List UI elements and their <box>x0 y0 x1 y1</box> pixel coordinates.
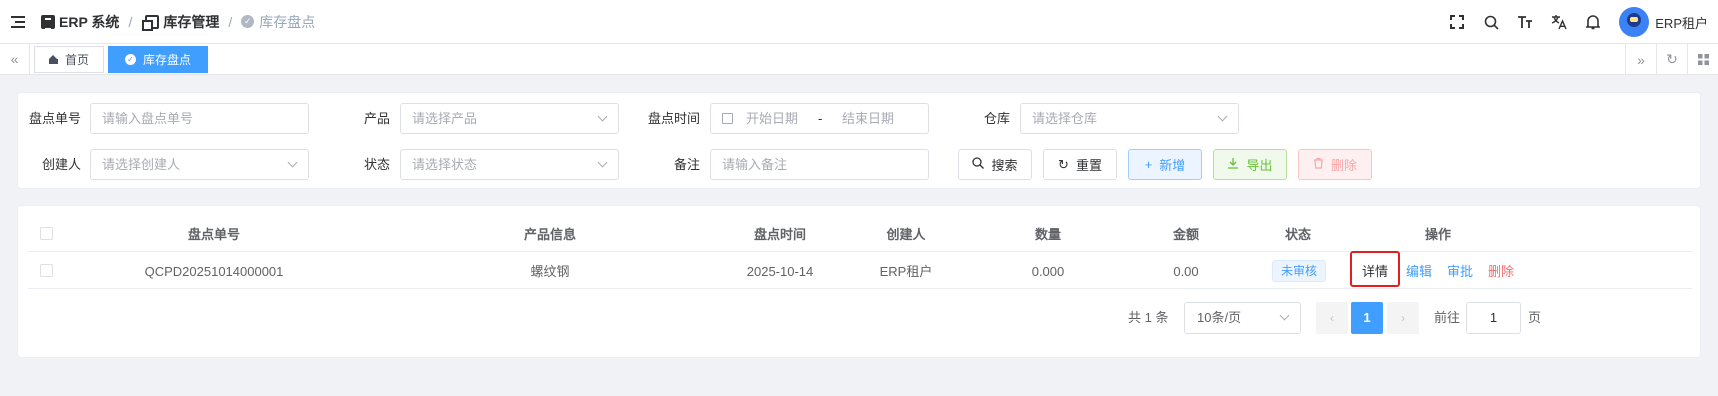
edit-link[interactable]: 编辑 <box>1406 261 1432 283</box>
column-header-product: 产品信息 <box>523 227 576 242</box>
order-no-input[interactable]: 请输入盘点单号 <box>90 103 309 134</box>
tags-view-bar: « 首页 ✓ 库存盘点 » ↻ <box>0 43 1718 75</box>
scroll-right-icon[interactable]: » <box>1625 44 1656 75</box>
warehouse-label: 仓库 <box>983 111 1010 126</box>
column-header-status: 状态 <box>1284 227 1311 242</box>
end-date-input[interactable]: 结束日期 <box>842 104 894 133</box>
approve-link[interactable]: 审批 <box>1447 261 1473 283</box>
warehouse-select[interactable]: 请选择仓库 <box>1020 103 1239 134</box>
tabs-actions: » ↻ <box>1625 44 1718 75</box>
creator-label: 创建人 <box>41 157 81 172</box>
breadcrumb: ERP 系统 / 库存管理 / ✓ 库存盘点 <box>41 12 315 32</box>
creator-select[interactable]: 请选择创建人 <box>90 149 309 180</box>
menu-toggle-icon[interactable] <box>11 15 25 28</box>
check-circle-icon: ✓ <box>125 53 137 65</box>
grid-menu-icon[interactable] <box>1687 44 1718 75</box>
cell-creator: ERP租户 <box>879 264 933 279</box>
status-select[interactable]: 请选择状态 <box>400 149 619 180</box>
erp-logo-icon <box>41 14 55 30</box>
check-time-range[interactable]: 开始日期 - 结束日期 <box>710 103 929 134</box>
chevron-down-icon <box>597 157 608 168</box>
column-header-amount: 金额 <box>1172 227 1199 242</box>
chevron-down-icon <box>597 111 608 122</box>
chevron-down-icon <box>1217 111 1228 122</box>
breadcrumb-item-inventory[interactable]: 库存管理 <box>141 12 219 32</box>
data-table: 盘点单号 产品信息 盘点时间 创建人 数量 金额 状态 操作 QCPD20251… <box>17 205 1701 358</box>
column-header-actions: 操作 <box>1424 227 1451 242</box>
breadcrumb-separator: / <box>228 13 233 30</box>
page-size-select[interactable]: 10条/页 <box>1184 302 1301 334</box>
check-circle-icon: ✓ <box>241 15 255 28</box>
tab-inventory-check[interactable]: ✓ 库存盘点 <box>108 45 209 73</box>
product-select[interactable]: 请选择产品 <box>400 103 619 134</box>
prev-page-button[interactable]: ‹ <box>1316 302 1348 334</box>
top-header: ERP 系统 / 库存管理 / ✓ 库存盘点 ERP租户 <box>0 0 1718 44</box>
column-header-creator: 创建人 <box>886 227 926 242</box>
add-button[interactable]: + 新增 <box>1128 149 1202 180</box>
avatar[interactable] <box>1619 7 1650 37</box>
goto-suffix: 页 <box>1528 310 1542 325</box>
home-icon <box>49 54 58 64</box>
plus-icon: + <box>1144 157 1153 172</box>
detail-link[interactable]: 详情 <box>1362 261 1388 283</box>
start-date-input[interactable]: 开始日期 <box>746 104 798 133</box>
check-time-label: 盘点时间 <box>647 111 700 126</box>
calendar-icon <box>722 113 733 124</box>
next-page-button[interactable]: › <box>1387 302 1419 334</box>
cell-quantity: 0.000 <box>1031 264 1065 279</box>
cell-product: 螺纹钢 <box>530 264 570 279</box>
chevron-down-icon <box>1279 310 1290 321</box>
status-label: 状态 <box>363 157 390 172</box>
search-icon[interactable] <box>1481 12 1501 32</box>
row-checkbox[interactable] <box>40 264 53 277</box>
translate-icon[interactable] <box>1549 12 1569 32</box>
cell-order-no: QCPD20251014000001 <box>144 264 284 279</box>
delete-link[interactable]: 删除 <box>1488 261 1514 283</box>
export-button[interactable]: 导出 <box>1213 149 1287 180</box>
breadcrumb-item-current: ✓ 库存盘点 <box>241 12 315 32</box>
status-badge: 未审核 <box>1272 260 1327 282</box>
username-label[interactable]: ERP租户 <box>1655 13 1708 32</box>
fullscreen-icon[interactable] <box>1447 12 1467 32</box>
remark-label: 备注 <box>673 157 700 172</box>
remark-input[interactable]: 请输入备注 <box>710 149 929 180</box>
inventory-icon <box>142 14 160 31</box>
product-label: 产品 <box>363 111 390 126</box>
column-header-order-no: 盘点单号 <box>187 227 240 242</box>
date-range-separator: - <box>818 111 823 126</box>
reset-button[interactable]: ↻ 重置 <box>1043 149 1117 180</box>
header-divider <box>28 251 1692 252</box>
breadcrumb-item-erp[interactable]: ERP 系统 <box>41 12 119 32</box>
column-header-time: 盘点时间 <box>753 227 806 242</box>
trash-icon <box>1313 157 1324 172</box>
pagination-total: 共 1 条 <box>1128 310 1169 325</box>
chevron-down-icon <box>287 157 298 168</box>
column-header-quantity: 数量 <box>1034 227 1061 242</box>
cell-amount: 0.00 <box>1173 264 1199 279</box>
page-number-current[interactable]: 1 <box>1351 302 1383 334</box>
cell-time: 2025-10-14 <box>746 264 814 279</box>
header-toolbar: ERP租户 <box>1433 0 1718 44</box>
delete-button[interactable]: 删除 <box>1298 149 1372 180</box>
search-form: 盘点单号 请输入盘点单号 产品 请选择产品 盘点时间 开始日期 - 结束日期 仓… <box>17 92 1701 189</box>
row-divider <box>28 288 1692 289</box>
search-icon <box>972 157 985 172</box>
goto-prefix: 前往 <box>1434 310 1461 325</box>
font-size-icon[interactable] <box>1515 12 1535 32</box>
breadcrumb-separator: / <box>128 13 133 30</box>
refresh-icon: ↻ <box>1058 156 1069 172</box>
download-icon <box>1227 157 1239 172</box>
select-all-checkbox[interactable] <box>40 227 53 240</box>
order-no-label: 盘点单号 <box>28 111 81 126</box>
bell-icon[interactable] <box>1583 12 1603 32</box>
scroll-left-icon[interactable]: « <box>0 43 30 75</box>
goto-page-input[interactable]: 1 <box>1466 302 1521 334</box>
refresh-icon[interactable]: ↻ <box>1656 44 1687 75</box>
search-button[interactable]: 搜索 <box>958 149 1032 180</box>
tab-home[interactable]: 首页 <box>34 45 105 73</box>
